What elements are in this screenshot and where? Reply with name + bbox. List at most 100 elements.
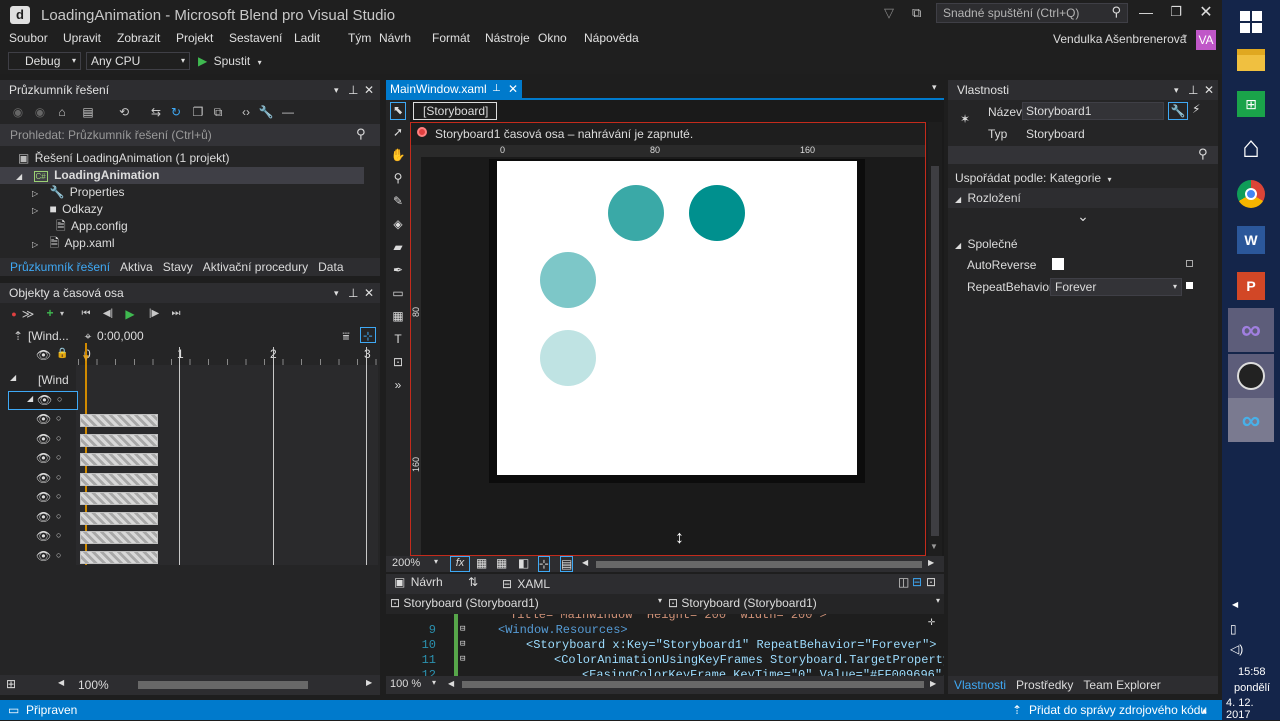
- snap-lines-icon[interactable]: ⊹: [538, 556, 551, 572]
- chevron-down-icon[interactable]: ▾: [432, 678, 436, 687]
- file-explorer-icon[interactable]: [1228, 38, 1274, 82]
- filter-icon[interactable]: ▽: [884, 5, 898, 20]
- snapping-toggle-icon[interactable]: ⊹: [360, 327, 376, 343]
- run-button[interactable]: ▶ Spustit ▾: [198, 53, 262, 71]
- timeline-animation-row[interactable]: 👁 ○: [0, 431, 378, 450]
- menu-item[interactable]: Tým: [348, 31, 379, 45]
- properties-tab[interactable]: Vlastnosti: [954, 678, 1006, 692]
- snap-icon[interactable]: ⩸: [338, 328, 354, 344]
- close-icon[interactable]: ✕: [364, 80, 374, 100]
- solution-explorer-tab[interactable]: Aktiva: [120, 260, 153, 274]
- solution-explorer-tab[interactable]: Průzkumník řešení: [10, 260, 110, 274]
- eye-icon[interactable]: 👁: [37, 393, 52, 407]
- eye-icon[interactable]: 👁: [36, 348, 51, 362]
- tree-item-appxaml[interactable]: ▷ 🗎 App.xaml: [32, 235, 115, 252]
- window-canvas[interactable]: [497, 161, 857, 475]
- property-marker-icon[interactable]: [1186, 260, 1193, 267]
- timeline-row-label[interactable]: [Wind...: [28, 329, 69, 343]
- eye-icon[interactable]: 👁: [36, 510, 51, 524]
- lock-icon[interactable]: 🔒: [56, 348, 68, 359]
- menu-item[interactable]: Nápověda: [584, 31, 644, 45]
- eyedropper-tool-icon[interactable]: ✎: [390, 194, 406, 212]
- menu-item[interactable]: Okno: [538, 31, 584, 45]
- close-button[interactable]: ✕: [1196, 2, 1216, 22]
- xaml-editor[interactable]: Title="MainWindow" Height="200" Width="2…: [386, 614, 944, 676]
- timeline-scrollbar[interactable]: [138, 681, 308, 689]
- scroll-left-icon[interactable]: ◀: [582, 558, 588, 567]
- chevron-down-icon[interactable]: ▾: [54, 306, 70, 322]
- chevron-down-icon[interactable]: ▾: [932, 82, 937, 93]
- properties-tab[interactable]: Prostředky: [1016, 678, 1073, 692]
- design-tab[interactable]: ▣ Návrh: [394, 575, 443, 589]
- menu-item[interactable]: Upravit: [63, 31, 117, 45]
- blend-icon[interactable]: ∞: [1228, 398, 1274, 442]
- first-frame-icon[interactable]: ⏮: [78, 306, 94, 322]
- lock-toggle-icon[interactable]: ○: [56, 452, 61, 462]
- forward-icon[interactable]: ◉: [32, 104, 48, 120]
- keyframe-bar[interactable]: [80, 531, 158, 544]
- pin-icon[interactable]: ⊥: [348, 283, 358, 303]
- document-tab[interactable]: MainWindow.xaml ⊥ ✕: [386, 80, 522, 98]
- text-tool-icon[interactable]: T: [390, 332, 406, 350]
- lock-toggle-icon[interactable]: ○: [56, 530, 61, 540]
- control-tool-icon[interactable]: ⊡: [390, 355, 406, 373]
- tree-solution[interactable]: ▣ Řešení LoadingAnimation (1 projekt): [18, 150, 229, 167]
- lock-toggle-icon[interactable]: ○: [56, 472, 61, 482]
- timeline-animation-row[interactable]: 👁 ○: [0, 509, 378, 528]
- minus-icon[interactable]: —: [280, 104, 296, 120]
- minimize-button[interactable]: —: [1136, 4, 1156, 22]
- menu-item[interactable]: Ladit: [294, 31, 348, 45]
- scroll-left-icon[interactable]: ◀: [448, 679, 454, 688]
- more-tools-icon[interactable]: »: [390, 378, 406, 396]
- section-common[interactable]: ◢ Společné: [948, 234, 1218, 254]
- switch-icon[interactable]: ⇆: [148, 104, 164, 120]
- section-layout[interactable]: ◢ Rozložení: [948, 188, 1218, 208]
- scroll-right-icon[interactable]: ▶: [928, 558, 934, 567]
- selection-tool-icon[interactable]: ⬉: [390, 102, 406, 120]
- eye-icon[interactable]: 👁: [36, 471, 51, 485]
- fold-icon[interactable]: ⊟: [460, 639, 465, 649]
- xaml-zoom[interactable]: 100 %: [390, 678, 421, 690]
- lock-toggle-icon[interactable]: ○: [56, 491, 61, 501]
- timeline-animation-row[interactable]: 👁 ○: [0, 489, 378, 508]
- direct-selection-tool-icon[interactable]: ➚: [390, 125, 406, 143]
- vertical-scrollbar[interactable]: ▼: [928, 122, 942, 556]
- loading-dot[interactable]: [608, 185, 664, 241]
- back-icon[interactable]: ◉: [10, 104, 26, 120]
- source-control-link[interactable]: Přidat do správy zdrojového kódu: [1029, 700, 1207, 720]
- eye-icon[interactable]: 👁: [36, 549, 51, 563]
- grid-tool-icon[interactable]: ▦: [390, 309, 406, 327]
- network-icon[interactable]: ▯: [1230, 622, 1237, 636]
- user-name[interactable]: Vendulka Ašenbrenerová: [1053, 32, 1186, 46]
- copy-icon[interactable]: ⧉: [210, 104, 226, 120]
- wrench-icon[interactable]: 🔧: [258, 104, 274, 120]
- close-icon[interactable]: ✕: [1204, 80, 1214, 100]
- expand-all-icon[interactable]: ≫: [20, 306, 36, 322]
- keyframe-bar[interactable]: [80, 472, 158, 486]
- user-dropdown-icon[interactable]: ▾: [1183, 32, 1187, 41]
- play-icon[interactable]: ▶: [122, 306, 138, 322]
- snap-grid-icon[interactable]: ▦: [496, 556, 507, 570]
- menu-item[interactable]: Návrh: [379, 31, 432, 45]
- keyframe-bar[interactable]: [80, 453, 158, 466]
- home-icon[interactable]: ⌂: [54, 104, 70, 120]
- eraser-tool-icon[interactable]: ▰: [390, 240, 406, 258]
- annotation-icon[interactable]: ▤: [560, 556, 574, 572]
- menu-item[interactable]: Nástroje: [485, 31, 538, 45]
- xaml-tab[interactable]: ⊟ XAML: [502, 577, 550, 591]
- artboard-zoom[interactable]: 200%: [392, 557, 420, 569]
- tree-item-properties[interactable]: ▷ 🔧 Properties: [32, 184, 125, 201]
- sync-icon[interactable]: ▤: [80, 104, 96, 120]
- tray-expand-icon[interactable]: ◀: [1232, 600, 1238, 609]
- word-icon[interactable]: W: [1228, 218, 1274, 262]
- avatar[interactable]: VA: [1196, 30, 1216, 50]
- pen-tool-icon[interactable]: ✒: [390, 263, 406, 281]
- loading-dot[interactable]: [540, 252, 596, 308]
- horizontal-scrollbar[interactable]: [596, 561, 922, 568]
- panel-menu-icon[interactable]: ▾: [334, 283, 339, 303]
- tree-item-appconfig[interactable]: 🗎 App.config: [56, 218, 128, 235]
- scroll-thumb[interactable]: [931, 166, 939, 536]
- refresh-icon[interactable]: ↻: [168, 104, 184, 120]
- next-frame-icon[interactable]: |▶: [146, 306, 162, 322]
- timeline-animation-row[interactable]: 👁 ○: [0, 548, 378, 567]
